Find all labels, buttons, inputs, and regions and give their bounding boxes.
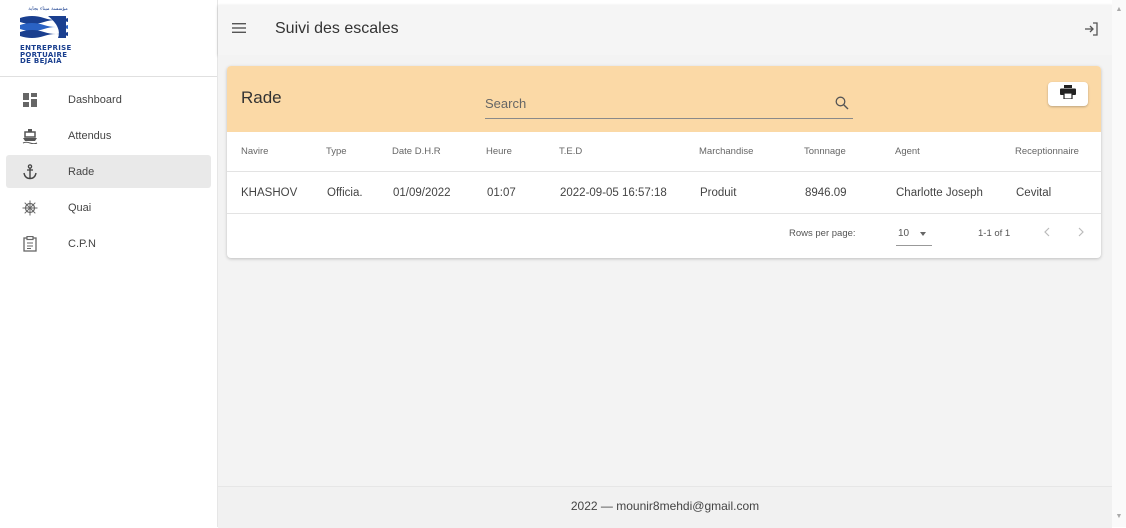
rade-card: Rade Navire Type Date D.H.R Heure	[227, 66, 1101, 258]
table-cell: 8946.09	[804, 171, 895, 214]
table-row[interactable]: KHASHOV Officia. 01/09/2022 01:07 2022-0…	[227, 171, 1101, 214]
sidebar-divider	[0, 76, 217, 77]
table-cell: 01:07	[486, 171, 559, 214]
next-page-button[interactable]	[1071, 222, 1091, 242]
search-icon[interactable]	[835, 96, 849, 110]
logo-brand-line-3: DE BEJAIA	[20, 57, 62, 65]
ship-icon	[20, 126, 40, 146]
dashboard-icon	[20, 90, 40, 110]
table-header-row: Navire Type Date D.H.R Heure T.E.D March…	[227, 132, 1101, 172]
clipboard-icon	[20, 234, 40, 254]
chevron-left-icon	[1044, 227, 1050, 237]
table-cell: Charlotte Joseph	[895, 171, 1015, 214]
rows-per-page-select[interactable]: 10	[896, 223, 932, 246]
main-content: Rade Navire Type Date D.H.R Heure	[218, 55, 1112, 486]
chevron-right-icon	[1078, 227, 1084, 237]
column-header[interactable]: Tonnnage	[804, 132, 895, 172]
sidebar-item-cpn[interactable]: C.P.N	[6, 227, 211, 260]
sidebar-item-label: Quai	[68, 201, 92, 214]
menu-icon[interactable]	[232, 21, 250, 39]
company-logo: مؤسسة ميناء بجاية ENTREPRISE PORTUAIRE D…	[18, 6, 78, 68]
logo-arabic-text: مؤسسة ميناء بجاية	[28, 6, 68, 12]
logo-waves-icon	[20, 16, 68, 38]
sidebar: مؤسسة ميناء بجاية ENTREPRISE PORTUAIRE D…	[0, 0, 218, 527]
column-header[interactable]: Marchandise	[699, 132, 804, 172]
table-cell: 01/09/2022	[392, 171, 486, 214]
anchor-icon	[20, 162, 40, 182]
logout-icon[interactable]	[1082, 20, 1102, 40]
footer: 2022 — mounir8mehdi@gmail.com	[218, 486, 1112, 528]
sidebar-item-label: Rade	[68, 165, 95, 178]
helm-wheel-icon	[20, 198, 40, 218]
rows-per-page-value: 10	[898, 228, 910, 239]
search-input[interactable]	[485, 92, 805, 111]
column-header[interactable]: Type	[326, 132, 392, 172]
table-cell: Produit	[699, 171, 804, 214]
sidebar-item-dashboard[interactable]: Dashboard	[6, 83, 211, 116]
table-cell: KHASHOV	[227, 171, 326, 214]
column-header[interactable]: T.E.D	[559, 132, 699, 172]
sidebar-item-quai[interactable]: Quai	[6, 191, 211, 224]
app-bar: Suivi des escales	[218, 5, 1112, 55]
table-pagination: Rows per page: 10 1-1 of 1	[227, 211, 1101, 258]
pagination-range: 1-1 of 1	[978, 228, 1011, 239]
sidebar-item-label: Attendus	[68, 129, 112, 142]
column-header[interactable]: Receptionnaire	[1015, 132, 1101, 172]
column-header[interactable]: Date D.H.R	[392, 132, 486, 172]
previous-page-button[interactable]	[1037, 222, 1057, 242]
card-title: Rade	[241, 88, 282, 107]
dropdown-arrow-icon	[920, 232, 926, 236]
table-cell: 2022-09-05 16:57:18	[559, 171, 699, 214]
column-header[interactable]: Agent	[895, 132, 1015, 172]
page-scrollbar[interactable]: ▲ ▼	[1112, 0, 1126, 527]
table-cell: Officia.	[326, 171, 392, 214]
scroll-down-icon[interactable]: ▼	[1115, 513, 1123, 521]
sidebar-item-attendus[interactable]: Attendus	[6, 119, 211, 152]
table-cell: Cevital	[1015, 171, 1101, 214]
column-header[interactable]: Heure	[486, 132, 559, 172]
rows-per-page-label: Rows per page:	[789, 228, 856, 239]
scroll-up-icon[interactable]: ▲	[1115, 6, 1123, 14]
sidebar-nav: Dashboard Attendus Rade Quai C.P.N	[6, 83, 211, 263]
print-icon	[1060, 84, 1076, 104]
sidebar-item-rade[interactable]: Rade	[6, 155, 211, 188]
footer-text: 2022 — mounir8mehdi@gmail.com	[570, 499, 760, 513]
rade-table: Navire Type Date D.H.R Heure T.E.D March…	[227, 132, 1101, 214]
search-field	[485, 92, 853, 119]
page-title: Suivi des escales	[275, 20, 399, 37]
sidebar-item-label: C.P.N	[68, 237, 96, 250]
column-header[interactable]: Navire	[227, 132, 326, 172]
print-button[interactable]	[1048, 82, 1088, 106]
card-header: Rade	[227, 66, 1101, 132]
sidebar-item-label: Dashboard	[68, 93, 122, 106]
